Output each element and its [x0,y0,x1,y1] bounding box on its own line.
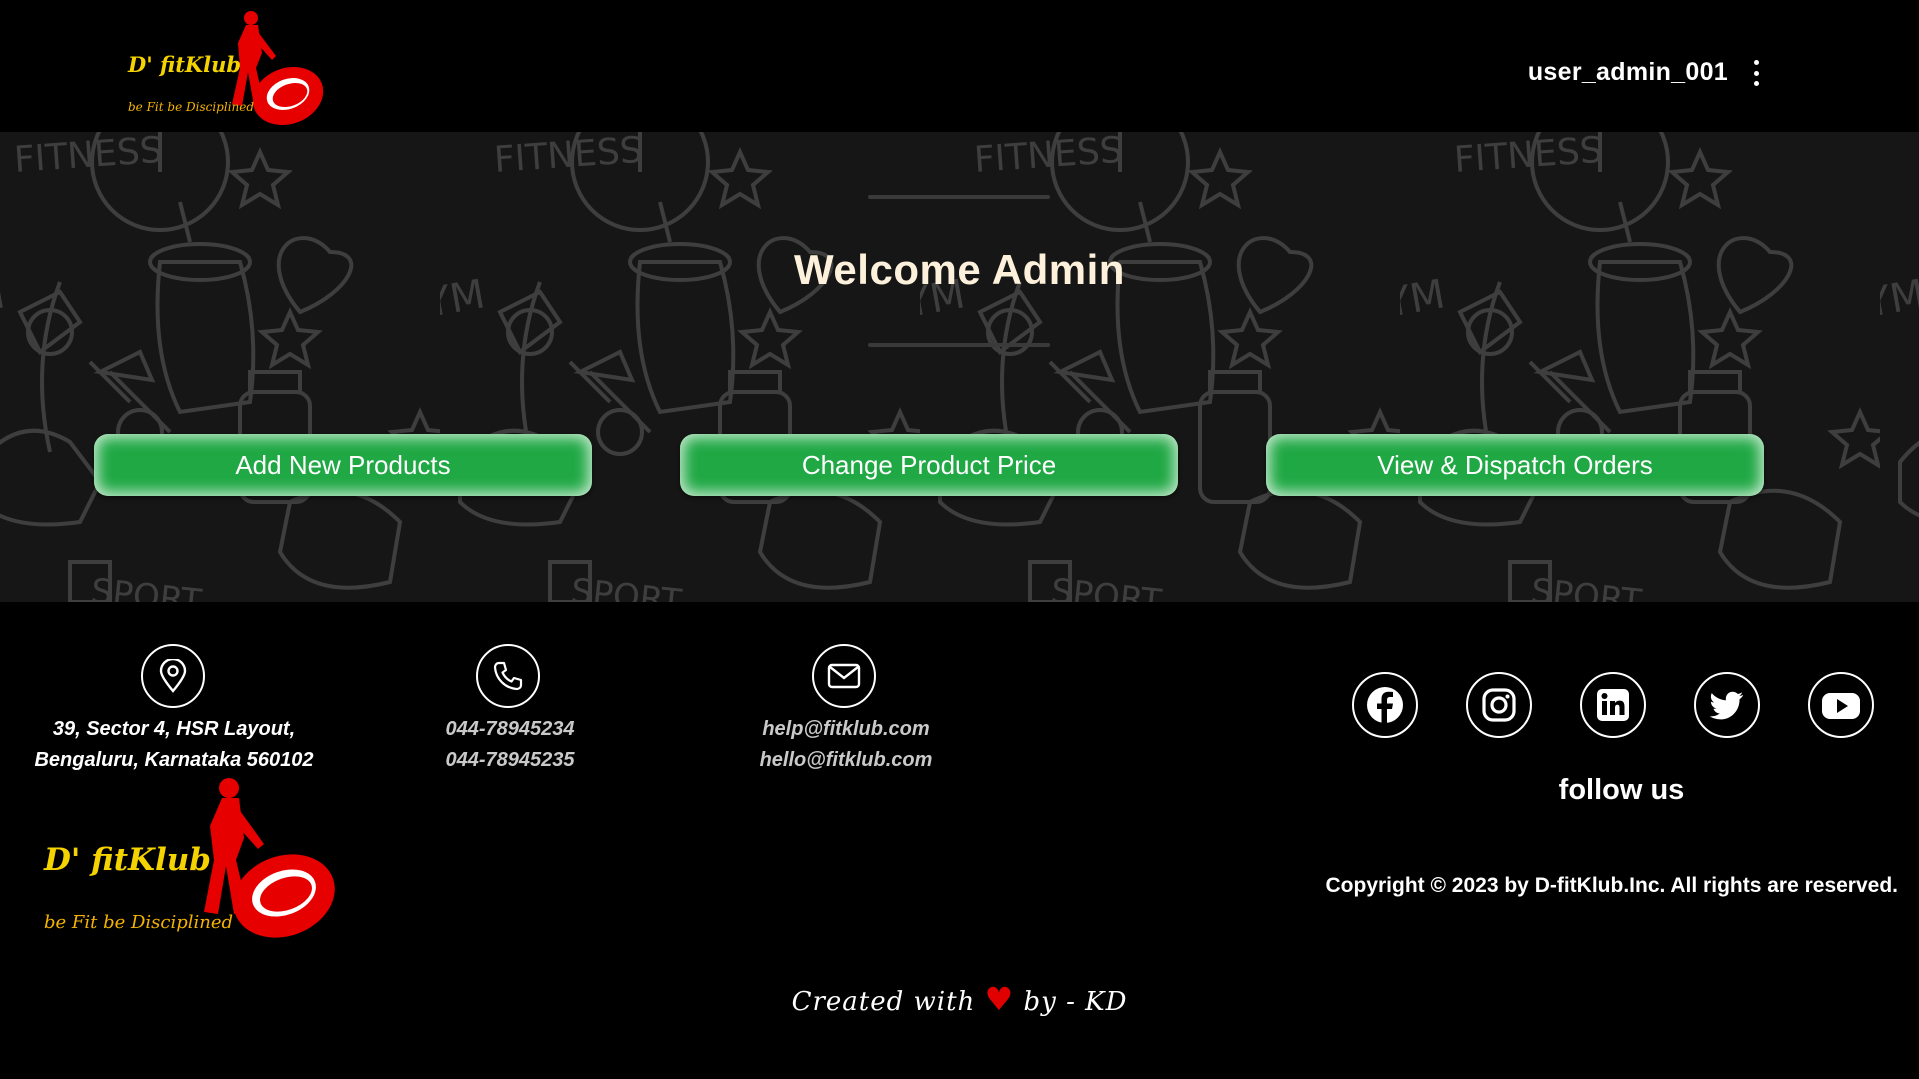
email-1[interactable]: help@fitklub.com [726,714,966,745]
follow-us-label: follow us [1558,774,1685,806]
more-options-icon[interactable] [1750,60,1762,86]
address-text: 39, Sector 4, HSR Layout, Bengaluru, Kar… [14,714,334,776]
top-header: D' fitKlub be Fit be Disciplined user_ad… [0,0,1919,132]
change-product-price-button[interactable]: Change Product Price [680,434,1178,496]
created-suffix: by - KD [1023,987,1128,1017]
instagram-icon[interactable] [1466,672,1532,738]
created-by-line: Created with ♥ by - KD [0,980,1919,1018]
logo-name: D' fitKlub [128,52,242,77]
mail-icon [812,644,876,708]
address-line-2: Bengaluru, Karnataka 560102 [34,749,314,771]
email-addresses: help@fitklub.com hello@fitklub.com [726,714,966,776]
location-pin-icon [141,644,205,708]
title-divider-bottom [868,343,1050,347]
heart-icon: ♥ [984,980,1015,1018]
phone-number-2[interactable]: 044-78945235 [410,745,610,776]
username-label[interactable]: user_admin_001 [1528,58,1728,87]
address-line-1: 39, Sector 4, HSR Layout, [52,718,296,740]
admin-hero: FITNESS GYM SPORT Welcome Admin Add New … [0,132,1919,602]
logo-tagline: be Fit be Disciplined [128,100,255,114]
facebook-icon[interactable] [1352,672,1418,738]
view-dispatch-orders-button[interactable]: View & Dispatch Orders [1266,434,1764,496]
footer-logo[interactable]: D' fitKlub be Fit be Disciplined [44,776,344,948]
twitter-icon[interactable] [1694,672,1760,738]
phone-number-1[interactable]: 044-78945234 [410,714,610,745]
doodle-background: FITNESS GYM SPORT [0,132,1919,602]
title-divider-top [868,195,1050,199]
copyright-text: Copyright © 2023 by D-fitKlub.Inc. All r… [1325,874,1899,897]
email-2[interactable]: hello@fitklub.com [726,745,966,776]
linkedin-icon[interactable] [1580,672,1646,738]
youtube-icon[interactable] [1808,672,1874,738]
footer-logo-name: D' fitKlub [44,842,211,878]
created-prefix: Created with [791,987,976,1017]
phone-numbers: 044-78945234 044-78945235 [410,714,610,776]
add-new-products-button[interactable]: Add New Products [94,434,592,496]
header-logo[interactable]: D' fitKlub be Fit be Disciplined [128,8,328,126]
phone-icon [476,644,540,708]
welcome-title: Welcome Admin [794,246,1125,293]
footer-logo-tagline: be Fit be Disciplined [44,912,234,933]
